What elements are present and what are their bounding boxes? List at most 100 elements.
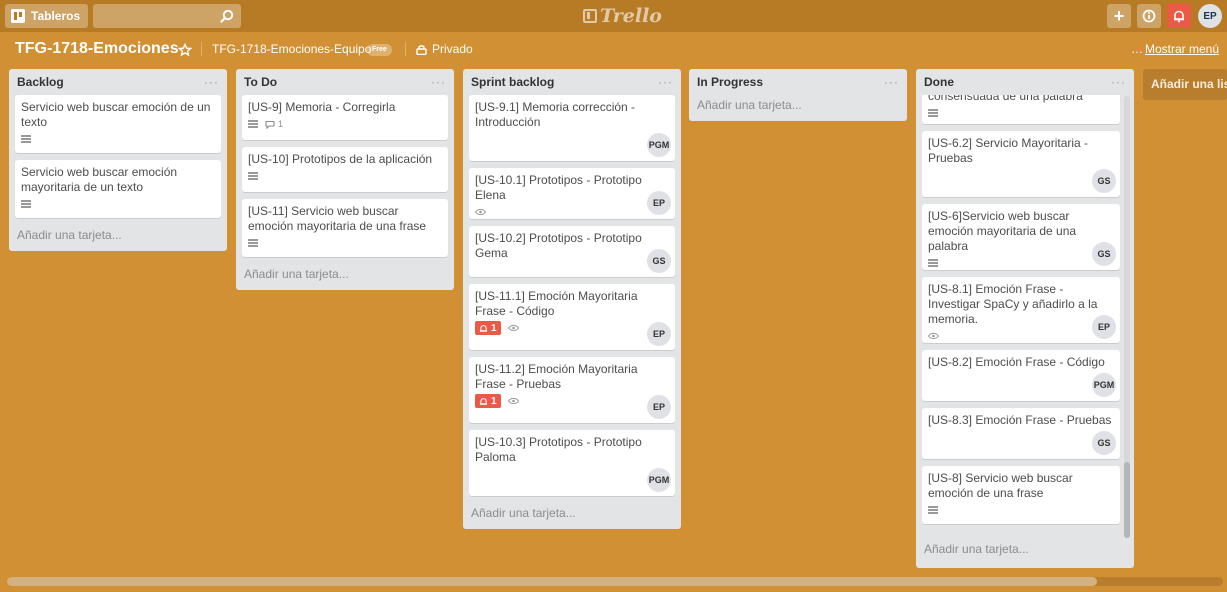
board-header: TFG-1718-Emociones TFG-1718-Emociones-Eq… [0,36,1227,64]
team-name[interactable]: TFG-1718-Emociones-Equipo [212,42,371,56]
add-card-button[interactable]: Añadir una tarjeta... [695,95,901,115]
member-avatar[interactable]: EP [647,191,671,215]
description-icon [248,239,258,247]
card-title: [US-9.1] Memoria corrección - Introducci… [475,100,636,129]
card[interactable]: [US-9] Memoria - Corregirla 1 [242,95,448,140]
list-menu-icon[interactable]: ··· [431,75,446,89]
card[interactable]: [US-11.1] Emoción Mayoritaria Frase - Có… [469,284,675,350]
list-done: Done ··· consensuada de una palabra [US-… [916,69,1134,568]
boards-icon [11,9,25,23]
member-avatar[interactable]: GS [1092,431,1116,455]
comments-count: 1 [278,118,284,129]
card[interactable]: [US-8.2] Emoción Frase - Código PGM [922,350,1120,401]
info-icon [1142,9,1156,23]
card-title: [US-9] Memoria - Corregirla [248,100,396,114]
boards-label: Tableros [31,9,81,23]
list-scrollbar-thumb[interactable] [1124,462,1130,538]
card-title: [US-11.2] Emoción Mayoritaria Frase - Pr… [475,362,638,391]
description-icon [928,259,938,267]
member-avatar[interactable]: PGM [647,468,671,492]
trello-logo-icon [583,9,597,23]
list-to-do: To Do ··· [US-9] Memoria - Corregirla 1 … [236,69,454,290]
star-icon[interactable] [178,43,192,57]
card[interactable]: [US-8.1] Emoción Frase - Investigar SpaC… [922,277,1120,343]
due-alarm-badge: 1 [475,394,501,408]
list-title[interactable]: Sprint backlog [471,75,554,89]
search-icon[interactable] [220,9,234,23]
description-icon [248,172,258,180]
card[interactable]: [US-10] Prototipos de la aplicación [242,147,448,192]
card[interactable]: [US-8.3] Emoción Frase - Pruebas GS [922,408,1120,459]
card-title: [US-8.1] Emoción Frase - Investigar SpaC… [928,282,1098,326]
watching-icon [507,324,519,332]
card[interactable]: [US-11.2] Emoción Mayoritaria Frase - Pr… [469,357,675,423]
privacy-button[interactable]: Privado [432,42,473,56]
add-card-button[interactable]: Añadir una tarjeta... [922,536,1128,559]
member-avatar[interactable]: PGM [647,133,671,157]
list-menu-icon[interactable]: ··· [884,75,899,89]
card-title: consensuada de una palabra [928,95,1083,103]
list-backlog: Backlog ··· Servicio web buscar emoción … [9,69,227,251]
card[interactable]: [US-11] Servicio web buscar emoción mayo… [242,199,448,257]
member-avatar[interactable]: EP [647,395,671,419]
add-list-button[interactable]: Añadir una lista [1143,69,1227,100]
watching-icon [475,208,486,216]
card[interactable]: [US-6]Servicio web buscar emoción mayori… [922,204,1120,270]
logo-text: Trello [600,5,662,27]
card[interactable]: [US-10.2] Prototipos - Prototipo Gema GS [469,226,675,277]
card[interactable]: Servicio web buscar emoción mayoritaria … [15,160,221,218]
member-avatar[interactable]: EP [647,322,671,346]
list-menu-icon[interactable]: ··· [658,75,673,89]
member-avatar[interactable]: PGM [1092,373,1116,397]
due-alarm-badge: 1 [475,321,501,335]
member-avatar[interactable]: GS [647,249,671,273]
card-title: [US-6.2] Servicio Mayoritaria - Pruebas [928,136,1089,165]
card[interactable]: [US-10.3] Prototipos - Prototipo Paloma … [469,430,675,496]
board-title[interactable]: TFG-1718-Emociones [15,40,179,58]
card-title: Servicio web buscar emoción mayoritaria … [21,165,178,194]
card[interactable]: consensuada de una palabra [922,95,1120,124]
member-avatar[interactable]: EP [1092,315,1116,339]
info-button[interactable] [1137,4,1161,28]
card[interactable]: [US-9.1] Memoria corrección - Introducci… [469,95,675,161]
add-button[interactable]: + [1107,4,1131,28]
card-title: [US-11] Servicio web buscar emoción mayo… [248,204,427,233]
card[interactable]: [US-10.1] Prototipos - Prototipo Elena E… [469,168,675,219]
member-avatar[interactable]: GS [1092,169,1116,193]
bell-icon [1174,10,1184,23]
list-menu-icon[interactable]: ··· [1111,75,1126,89]
show-menu-link[interactable]: Mostrar menú [1131,42,1219,56]
member-avatar[interactable]: GS [1092,242,1116,266]
trello-logo[interactable]: Trello [583,5,662,27]
card-title: [US-8.3] Emoción Frase - Pruebas [928,413,1112,427]
card[interactable]: [US-6.2] Servicio Mayoritaria - Pruebas … [922,131,1120,197]
boards-button[interactable]: Tableros [5,4,88,28]
watching-icon [928,332,939,340]
description-icon [928,109,938,117]
card-title: [US-8.2] Emoción Frase - Código [928,355,1105,369]
card-title: [US-10.2] Prototipos - Prototipo Gema [475,231,642,260]
list-menu-icon[interactable]: ··· [204,75,219,89]
plus-icon: + [1113,5,1125,26]
board-scrollbar-thumb[interactable] [7,577,1097,586]
alarm-count: 1 [491,322,497,334]
free-badge: Free [367,44,392,56]
card-title: [US-10] Prototipos de la aplicación [248,152,433,166]
add-card-button[interactable]: Añadir una tarjeta... [469,503,675,523]
card[interactable]: Servicio web buscar emoción de un texto [15,95,221,153]
notifications-button[interactable] [1167,4,1191,28]
watching-icon [507,397,519,405]
card-title: [US-11.1] Emoción Mayoritaria Frase - Có… [475,289,638,318]
add-card-button[interactable]: Añadir una tarjeta... [15,225,221,245]
alarm-icon [479,397,488,405]
user-avatar[interactable]: EP [1198,4,1222,28]
list-title[interactable]: In Progress [697,75,763,89]
add-card-button[interactable]: Añadir una tarjeta... [242,264,448,284]
list-title[interactable]: Backlog [17,75,64,89]
list-title[interactable]: Done [924,75,954,89]
description-icon [21,200,31,208]
alarm-icon [479,324,488,332]
card[interactable]: [US-8] Servicio web buscar emoción de un… [922,466,1120,524]
list-title[interactable]: To Do [244,75,277,89]
search-input[interactable] [93,4,241,28]
